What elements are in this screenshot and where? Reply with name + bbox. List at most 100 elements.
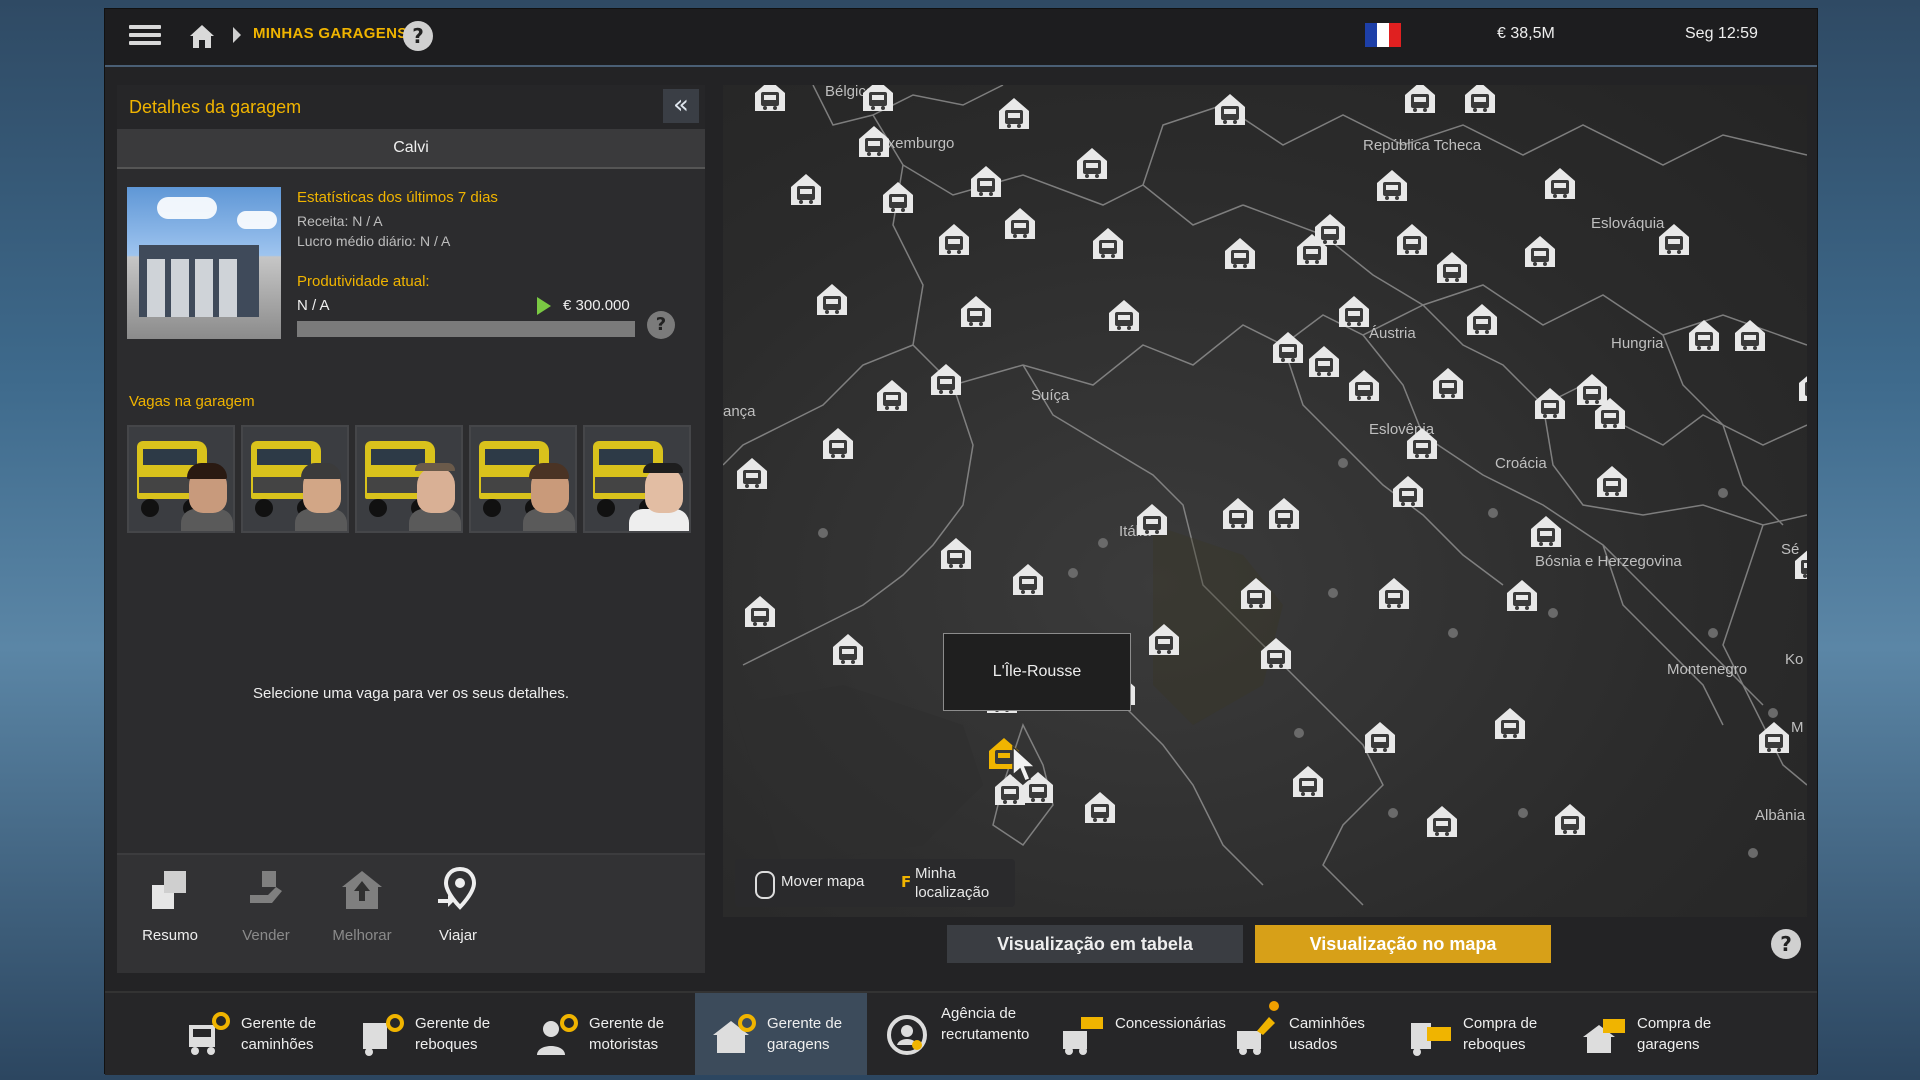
- garage-map-pin-icon[interactable]: [1431, 365, 1465, 401]
- garage-map-pin-icon[interactable]: [1595, 463, 1629, 499]
- garage-map-pin-icon[interactable]: [1337, 293, 1371, 329]
- garage-map-pin-icon[interactable]: [1267, 495, 1301, 531]
- nav-buy-trailers[interactable]: Compra de reboques: [1391, 993, 1563, 1075]
- garage-map-pin-icon[interactable]: [1347, 367, 1381, 403]
- garage-map-pin-icon[interactable]: [1107, 297, 1141, 333]
- garage-map-pin-icon[interactable]: [1533, 385, 1567, 421]
- garage-map-pin-icon[interactable]: [939, 535, 973, 571]
- select-slot-message: Selecione uma vaga para ver os seus deta…: [252, 685, 570, 702]
- garage-map-pin-icon[interactable]: [1003, 205, 1037, 241]
- top-bar: MINHAS GARAGENS ? € 38,5M Seg 12:59: [105, 9, 1817, 67]
- garage-map-pin-icon[interactable]: [789, 171, 823, 207]
- garage-map-pin-icon[interactable]: [929, 361, 963, 397]
- garage-map-pin-icon[interactable]: [1395, 221, 1429, 257]
- garage-map-pin-icon[interactable]: [1505, 577, 1539, 613]
- nav-dealers[interactable]: Concessionárias: [1043, 993, 1226, 1075]
- garage-map-pin-icon[interactable]: [1733, 317, 1767, 353]
- summary-button[interactable]: Resumo: [125, 865, 215, 965]
- garage-map-pin-icon[interactable]: [1553, 801, 1587, 837]
- garage-map-pin-icon[interactable]: [1271, 329, 1305, 365]
- garage-map-pin-icon[interactable]: [1375, 167, 1409, 203]
- garage-map-pin-icon[interactable]: [815, 281, 849, 317]
- garage-slot[interactable]: [583, 425, 691, 533]
- garage-map-pin-icon[interactable]: [1135, 501, 1169, 537]
- garage-map-pin-icon[interactable]: [1657, 221, 1691, 257]
- garage-map-pin-icon[interactable]: [1523, 233, 1557, 269]
- garage-map-pin-icon[interactable]: [1213, 91, 1247, 127]
- garage-map-pin-icon[interactable]: [937, 221, 971, 257]
- breadcrumb[interactable]: MINHAS GARAGENS: [253, 25, 408, 42]
- garage-map-pin-icon[interactable]: [1363, 719, 1397, 755]
- garage-map-pin-icon[interactable]: [1757, 719, 1791, 755]
- garage-map-pin-icon[interactable]: [1425, 803, 1459, 839]
- recruitment-agency-icon: [887, 1015, 927, 1055]
- garage-map-pin-icon[interactable]: [1313, 211, 1347, 247]
- garage-map-pin-icon[interactable]: [1223, 235, 1257, 271]
- garage-map-pin-icon[interactable]: [857, 123, 891, 159]
- garage-map-pin-icon[interactable]: [1465, 301, 1499, 337]
- app-window: MINHAS GARAGENS ? € 38,5M Seg 12:59 Deta…: [104, 8, 1818, 1075]
- nav-trailer-manager[interactable]: Gerente de reboques: [343, 993, 515, 1075]
- garage-map-pin-icon[interactable]: [743, 593, 777, 629]
- garage-map-pin-icon[interactable]: [821, 425, 855, 461]
- garage-map-pin-icon[interactable]: [1463, 85, 1497, 115]
- help-button[interactable]: ?: [1771, 929, 1801, 959]
- garage-map-pin-icon[interactable]: [753, 85, 787, 113]
- garage-map-pin-icon[interactable]: [881, 179, 915, 215]
- garage-slot[interactable]: [127, 425, 235, 533]
- nav-truck-manager[interactable]: Gerente de caminhões: [169, 993, 341, 1075]
- garage-map-pin-icon[interactable]: [1075, 145, 1109, 181]
- travel-button[interactable]: Viajar: [413, 865, 503, 965]
- sell-button[interactable]: Vender: [221, 865, 311, 965]
- nav-used-trucks[interactable]: Caminhões usados: [1217, 993, 1389, 1075]
- arrow-right-icon: [537, 297, 551, 315]
- garage-map-pin-icon[interactable]: [861, 85, 895, 113]
- garage-map-pin-icon[interactable]: [1793, 545, 1807, 581]
- table-view-button[interactable]: Visualização em tabela: [947, 925, 1243, 963]
- garage-map-pin-icon[interactable]: [1011, 561, 1045, 597]
- garage-map-pin-icon[interactable]: [969, 163, 1003, 199]
- garage-map-pin-icon[interactable]: [831, 631, 865, 667]
- nav-driver-manager[interactable]: Gerente de motoristas: [517, 993, 689, 1075]
- garage-map-pin-icon[interactable]: [997, 95, 1031, 131]
- garage-map-pin-icon[interactable]: [1291, 763, 1325, 799]
- garage-map-pin-icon[interactable]: [735, 455, 769, 491]
- garage-map-pin-icon[interactable]: [1435, 249, 1469, 285]
- garage-slot[interactable]: [469, 425, 577, 533]
- garage-map-pin-icon[interactable]: [1377, 575, 1411, 611]
- nav-recruitment-agency[interactable]: Agência de recrutamento: [869, 993, 1041, 1075]
- garage-map-pin-icon[interactable]: [1259, 635, 1293, 671]
- nav-buy-garages[interactable]: Compra de garagens: [1565, 993, 1737, 1075]
- upgrade-button[interactable]: Melhorar: [317, 865, 407, 965]
- garage-map-pin-icon[interactable]: [1403, 85, 1437, 115]
- garage-map-pin-icon[interactable]: [1307, 343, 1341, 379]
- garage-map-pin-icon[interactable]: [1091, 225, 1125, 261]
- home-icon[interactable]: [187, 21, 217, 51]
- my-location-button[interactable]: Minha localização: [915, 864, 1011, 902]
- garage-map-pin-icon[interactable]: [1687, 317, 1721, 353]
- key-f-hint: F: [901, 873, 912, 891]
- garage-map-pin-icon[interactable]: [1239, 575, 1273, 611]
- hamburger-menu-icon[interactable]: [129, 21, 161, 51]
- garage-map-pin-icon[interactable]: [1797, 367, 1807, 403]
- map-view[interactable]: Bélgica Luxemburgo República Tcheca Eslo…: [723, 85, 1807, 917]
- garage-slot[interactable]: [355, 425, 463, 533]
- productivity-help-button[interactable]: ?: [647, 311, 675, 339]
- france-flag-icon[interactable]: [1365, 23, 1401, 47]
- garage-map-pin-icon[interactable]: [1543, 165, 1577, 201]
- garage-map-pin-icon[interactable]: [1575, 371, 1609, 407]
- nav-garage-manager[interactable]: Gerente de garagens: [695, 993, 867, 1075]
- help-button[interactable]: ?: [403, 21, 433, 51]
- garage-slot[interactable]: [241, 425, 349, 533]
- garage-map-pin-icon[interactable]: [1083, 789, 1117, 825]
- collapse-panel-button[interactable]: «: [663, 89, 699, 123]
- garage-map-pin-icon[interactable]: [1391, 473, 1425, 509]
- garage-map-pin-icon[interactable]: [959, 293, 993, 329]
- garage-map-pin-icon[interactable]: [1529, 513, 1563, 549]
- garage-map-pin-icon[interactable]: [1147, 621, 1181, 657]
- garage-map-pin-icon[interactable]: [1405, 425, 1439, 461]
- garage-map-pin-icon[interactable]: [1221, 495, 1255, 531]
- garage-map-pin-icon[interactable]: [875, 377, 909, 413]
- garage-map-pin-icon[interactable]: [1493, 705, 1527, 741]
- map-view-button[interactable]: Visualização no mapa: [1255, 925, 1551, 963]
